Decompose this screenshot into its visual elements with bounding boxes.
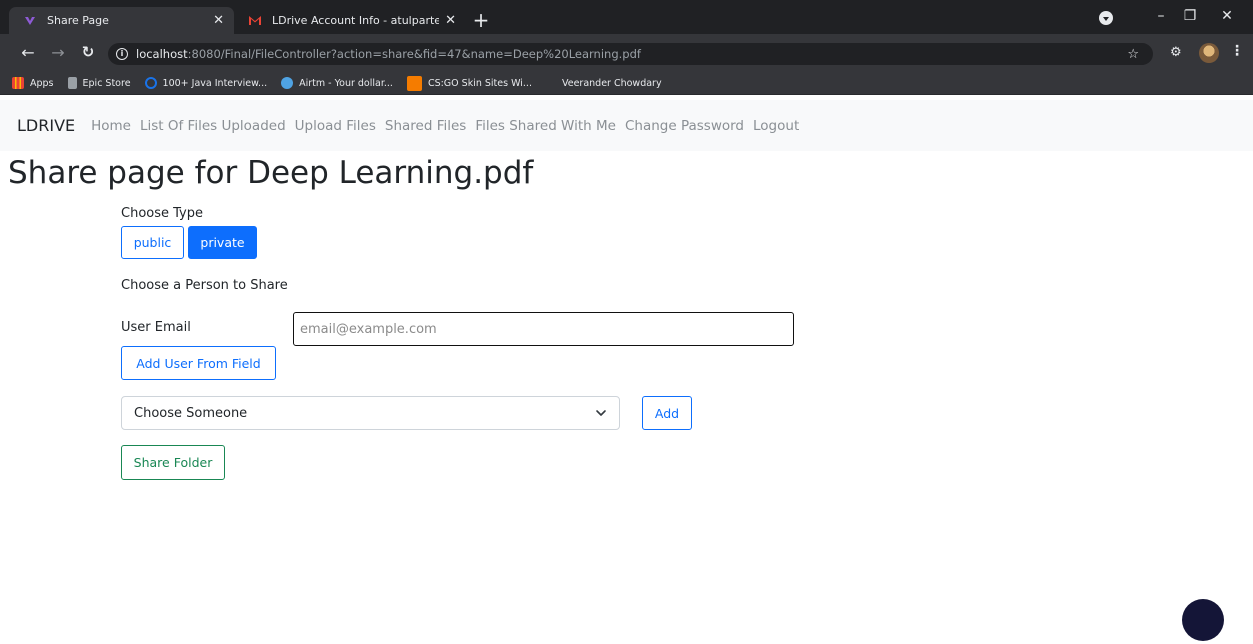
nav-link-home[interactable]: Home xyxy=(91,118,131,134)
back-arrow-icon[interactable]: ← xyxy=(18,43,38,62)
url-host: localhost xyxy=(136,47,188,61)
new-tab-button[interactable]: + xyxy=(470,9,492,31)
close-tab-icon[interactable]: ✕ xyxy=(445,13,456,28)
nav-link-logout[interactable]: Logout xyxy=(753,118,799,134)
bookmark-veerander[interactable]: Veerander Chowdary xyxy=(546,77,662,89)
user-email-label: User Email xyxy=(121,320,191,335)
user-email-input[interactable] xyxy=(293,312,794,346)
page-icon xyxy=(546,77,556,89)
bookmarks-bar: Apps Epic Store 100+ Java Interview... A… xyxy=(0,72,1253,95)
browser-tab-share-page[interactable]: Share Page ✕ xyxy=(9,7,234,34)
forward-arrow-icon[interactable]: → xyxy=(48,43,68,62)
chrome-profile-icon[interactable] xyxy=(1099,11,1113,25)
bookmark-label: Apps xyxy=(30,77,54,89)
address-bar[interactable]: i localhost:8080/Final/FileController?ac… xyxy=(108,43,1153,65)
bookmark-label: 100+ Java Interview... xyxy=(162,77,268,89)
close-tab-icon[interactable]: ✕ xyxy=(213,13,224,28)
nav-link-upload-files[interactable]: Upload Files xyxy=(295,118,376,134)
browser-tab-strip: Share Page ✕ LDrive Account Info - atulp… xyxy=(0,0,1253,34)
edureka-icon xyxy=(144,77,157,89)
choose-person-label: Choose a Person to Share xyxy=(121,278,288,293)
add-person-button[interactable]: Add xyxy=(642,396,692,430)
url-path: :8080/Final/FileController?action=share&… xyxy=(187,47,641,61)
gmail-icon xyxy=(248,14,262,28)
info-icon[interactable]: i xyxy=(116,48,128,60)
app-navbar: LDRIVE Home List Of Files Uploaded Uploa… xyxy=(0,100,1253,151)
bookmark-java-interview[interactable]: 100+ Java Interview... xyxy=(144,77,268,89)
bookmark-epic-store[interactable]: Epic Store xyxy=(67,77,131,89)
minimize-icon[interactable]: – xyxy=(1146,8,1176,24)
purple-logo-icon xyxy=(23,14,37,28)
bookmark-star-icon[interactable]: ☆ xyxy=(1127,47,1139,62)
extensions-puzzle-icon[interactable]: ⚙ xyxy=(1170,45,1182,60)
share-folder-button[interactable]: Share Folder xyxy=(121,445,225,480)
type-private-button[interactable]: private xyxy=(188,226,257,259)
add-user-from-field-button[interactable]: Add User From Field xyxy=(121,346,276,380)
nav-link-files-uploaded[interactable]: List Of Files Uploaded xyxy=(140,118,286,134)
bookmark-label: Veerander Chowdary xyxy=(561,77,662,89)
floating-action-button[interactable] xyxy=(1182,599,1224,641)
brand-logo[interactable]: LDRIVE xyxy=(17,116,75,135)
page-title: Share page for Deep Learning.pdf xyxy=(8,155,534,191)
nav-link-files-shared-with-me[interactable]: Files Shared With Me xyxy=(475,118,616,134)
close-window-icon[interactable]: ✕ xyxy=(1212,8,1242,24)
epic-store-icon xyxy=(67,77,77,89)
chevron-down-icon xyxy=(596,410,606,416)
t-logo-icon xyxy=(406,75,422,91)
bookmark-airtm[interactable]: Airtm - Your dollar... xyxy=(281,77,393,89)
restore-icon[interactable]: ❐ xyxy=(1175,8,1205,24)
type-public-button[interactable]: public xyxy=(121,226,184,259)
apps-grid-icon xyxy=(12,77,24,89)
tab-title: LDrive Account Info - atulparte34 xyxy=(272,14,440,27)
user-avatar-icon[interactable] xyxy=(1199,43,1219,63)
bookmark-label: Epic Store xyxy=(82,77,131,89)
select-value: Choose Someone xyxy=(134,405,248,421)
airtm-icon xyxy=(281,77,294,89)
nav-link-shared-files[interactable]: Shared Files xyxy=(385,118,466,134)
nav-link-change-password[interactable]: Change Password xyxy=(625,118,744,134)
tab-title: Share Page xyxy=(47,14,109,27)
bookmark-label: Airtm - Your dollar... xyxy=(299,77,393,89)
bookmark-apps[interactable]: Apps xyxy=(12,77,54,89)
reload-icon[interactable]: ↻ xyxy=(78,43,98,61)
person-select[interactable]: Choose Someone xyxy=(121,396,620,430)
bookmark-label: CS:GO Skin Sites Wi... xyxy=(427,77,532,89)
browser-tab-ldrive-account[interactable]: LDrive Account Info - atulparte34 ✕ xyxy=(236,7,466,34)
choose-type-label: Choose Type xyxy=(121,206,203,221)
browser-menu-icon[interactable]: ⋮ xyxy=(1230,43,1244,59)
bookmark-csgo[interactable]: CS:GO Skin Sites Wi... xyxy=(406,75,532,91)
